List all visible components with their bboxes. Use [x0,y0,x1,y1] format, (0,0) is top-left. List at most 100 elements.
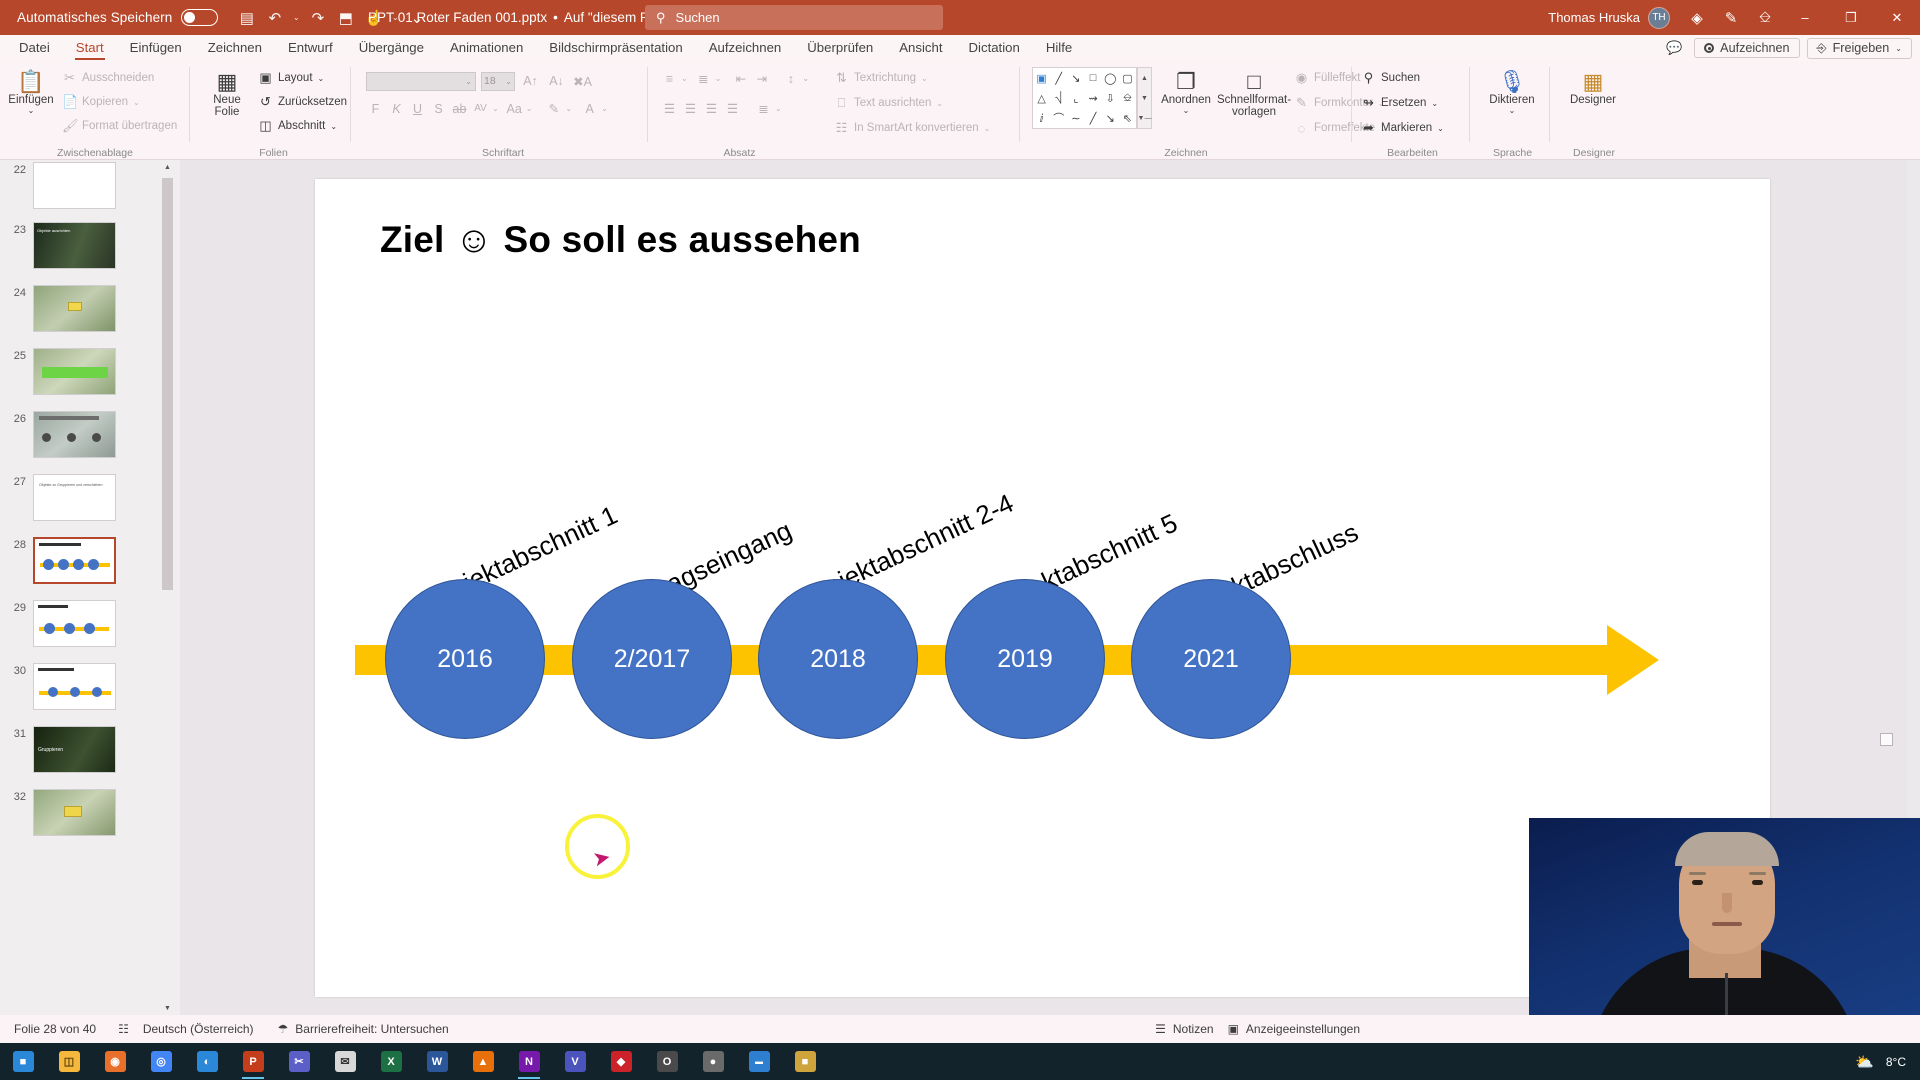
slide-thumbnail-selected[interactable] [33,537,116,584]
font-size-combobox[interactable]: 18 ⌄ [481,71,515,91]
save-icon[interactable]: ▤ [234,5,259,30]
double-arrow-icon[interactable]: ⇖ [1123,112,1132,125]
chrome-icon[interactable]: ◎ [138,1043,184,1080]
thumbnail-row[interactable]: 23 Objekte ausrichten [10,222,116,269]
weather-temp[interactable]: 8°C [1886,1055,1906,1069]
replace-button[interactable]: ↬ Ersetzen ⌄ [1361,93,1444,113]
numbering-icon[interactable]: ≣ [694,71,713,86]
underline-button[interactable]: U [408,102,427,116]
tab-start[interactable]: Start [63,35,117,61]
copy-button[interactable]: 📄 Kopieren ⌄ [62,92,177,112]
text-direction-chevron-down-icon[interactable]: ⌄ [921,74,928,83]
snipping-tool-icon[interactable]: ✂ [276,1043,322,1080]
dictate-button[interactable]: 🎙 Diktieren ⌄ [1485,65,1539,116]
justify-icon[interactable]: ☰ [723,101,742,116]
format-painter-button[interactable]: 🖌 Format übertragen [62,116,177,136]
paste-button[interactable]: 📋 Einfügen ⌄ [4,65,58,116]
text-direction-button[interactable]: ⇅ Textrichtung ⌄ [834,68,990,88]
oval-shape-icon[interactable]: ◯ [1104,72,1116,85]
undo-icon[interactable]: ↶ [262,5,287,30]
powerpoint-icon[interactable]: P [230,1043,276,1080]
thumbnail-row[interactable]: 32 [10,789,116,836]
decrease-indent-icon[interactable]: ⇤ [731,71,750,86]
tab-ansicht[interactable]: Ansicht [886,35,955,61]
thumbnail-row[interactable]: 29 [10,600,116,647]
elbow-arrow-icon[interactable]: ⌞ [1073,92,1078,105]
tab-uebergaenge[interactable]: Übergänge [346,35,437,61]
timeline-node-4[interactable]: 2019 [945,579,1105,739]
italic-button[interactable]: K [387,102,406,116]
triangle-shape-icon[interactable]: △ [1037,92,1045,105]
line-spacing-icon[interactable]: ↕ [781,72,800,86]
weather-icon[interactable]: ⛅ [1855,1053,1874,1071]
smartart-chevron-down-icon[interactable]: ⌄ [984,124,991,133]
thumbnail-row[interactable]: 30 [10,663,116,710]
font-size-chevron-down-icon[interactable]: ⌄ [505,77,512,86]
timeline-node-1[interactable]: 2016 [385,579,545,739]
tab-dictation[interactable]: Dictation [956,35,1033,61]
align-text-button[interactable]: ⎕ Text ausrichten ⌄ [834,93,990,113]
scroll-down-icon[interactable]: ▼ [161,1001,174,1015]
display-settings-button[interactable]: ▣ Anzeigeeinstellungen [1228,1022,1360,1036]
strikethrough-button[interactable]: ab [450,102,469,116]
minimize-button[interactable]: – [1782,0,1828,35]
slide-thumbnail-pane[interactable]: 22 23 Objekte ausrichten 24 25 26 27 Obj… [0,160,180,1015]
onenote-icon[interactable]: N [506,1043,552,1080]
cut-button[interactable]: ✂ Ausschneiden [62,68,177,88]
slide-thumbnail[interactable] [33,600,116,647]
elbow-connector-icon[interactable]: ⎷ [1055,92,1062,105]
designer-button[interactable]: ▦ Designer [1563,65,1623,106]
numbering-chevron-down-icon[interactable]: ⌄ [715,74,722,83]
mail-icon[interactable]: ✉ [322,1043,368,1080]
tab-ueberpruefen[interactable]: Überprüfen [794,35,886,61]
slide-thumbnail[interactable]: Gruppieren [33,726,116,773]
start-slideshow-icon[interactable]: ⬒ [333,5,358,30]
line-shape-icon[interactable]: ╱ [1055,72,1062,85]
ribbon-display-options-icon[interactable]: ⎒ [1748,0,1782,35]
curve-icon[interactable]: ⌒ [1053,110,1064,126]
dictate-chevron-down-icon[interactable]: ⌄ [1509,106,1516,115]
align-left-icon[interactable]: ☰ [660,101,679,116]
thumbnail-row[interactable]: 24 [10,285,116,332]
line2-shape-icon[interactable]: ╱ [1090,112,1097,125]
scroll-up-icon[interactable]: ▲ [161,160,174,174]
timeline-node-2[interactable]: 2/2017 [572,579,732,739]
tab-animationen[interactable]: Animationen [437,35,536,61]
slide-thumbnail[interactable]: Objekte zu Gruppieren und verschieben [33,474,116,521]
timeline-arrow-head[interactable] [1607,625,1659,695]
word-icon[interactable]: W [414,1043,460,1080]
slide-thumbnail[interactable] [33,411,116,458]
reset-button[interactable]: ↺ Zurücksetzen [258,92,347,112]
gallery-scroll-up-icon[interactable]: ▲ [1141,75,1148,82]
arrow-line-shape-icon[interactable]: ↘ [1071,72,1080,85]
copy-chevron-down-icon[interactable]: ⌄ [133,98,140,107]
folder2-icon[interactable]: ■ [782,1043,828,1080]
scribble-icon[interactable]: ⅈ [1040,112,1044,125]
slide-thumbnail[interactable] [33,285,116,332]
font-color-icon[interactable]: A [580,102,599,116]
columns-chevron-down-icon[interactable]: ⌄ [775,104,782,113]
new-slide-button[interactable]: ▦ Neue Folie [200,65,254,118]
autosave-control[interactable]: Automatisches Speichern [17,9,219,26]
slide-thumbnail[interactable] [33,348,116,395]
font-name-chevron-down-icon[interactable]: ⌄ [465,77,472,86]
thumbnail-row-selected[interactable]: 28 [10,537,116,584]
shapes-gallery[interactable]: ▣ ╱ ↘ □ ◯ ▢ △ ⎷ ⌞ ⇝ ⇩ ⎒ ⅈ ⌒ ∼ ╱ ↘ ⇖ [1032,67,1137,129]
font-color-chevron-down-icon[interactable]: ⌄ [601,104,608,113]
firefox-icon[interactable]: ◉ [92,1043,138,1080]
character-spacing-chevron-down-icon[interactable]: ⌄ [492,104,499,113]
spellcheck-status[interactable]: ☷ [118,1022,129,1036]
account-block[interactable]: Thomas Hruska TH [1548,6,1670,29]
slide-counter[interactable]: Folie 28 von 40 [14,1022,96,1036]
text-shadow-button[interactable]: S [429,102,448,116]
tab-zeichnen[interactable]: Zeichnen [195,35,275,61]
slide-thumbnail[interactable]: Objekte ausrichten [33,222,116,269]
tab-einfuegen[interactable]: Einfügen [117,35,195,61]
tab-aufzeichnen[interactable]: Aufzeichnen [696,35,795,61]
folded-corner-icon[interactable]: ⎒ [1123,92,1132,105]
language-status[interactable]: Deutsch (Österreich) [143,1022,254,1036]
align-right-icon[interactable]: ☰ [702,101,721,116]
tab-entwurf[interactable]: Entwurf [275,35,346,61]
section-chevron-down-icon[interactable]: ⌄ [330,122,337,131]
share-chevron-down-icon[interactable]: ⌄ [1895,44,1902,53]
